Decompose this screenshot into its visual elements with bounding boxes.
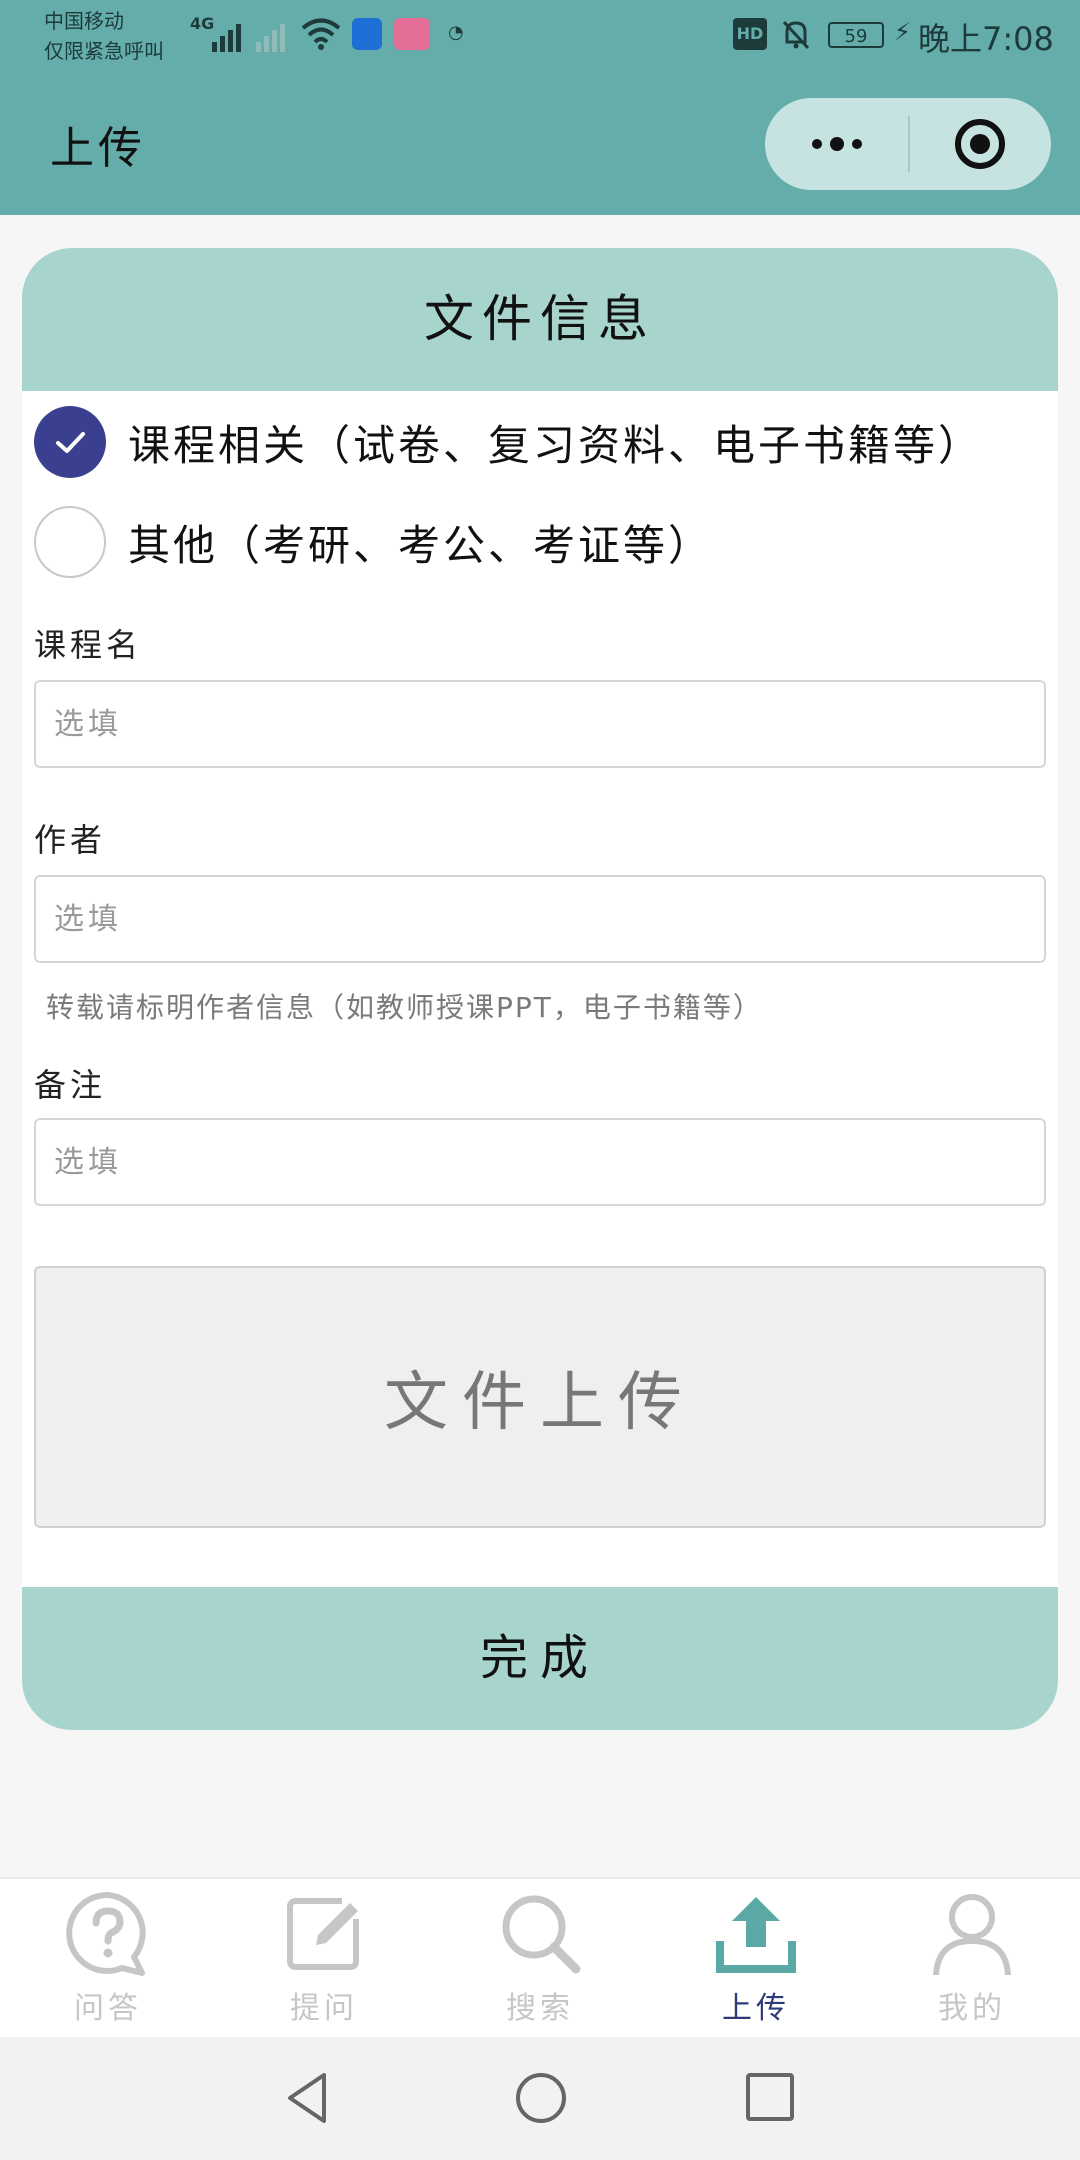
course-name-field[interactable] [34, 680, 1046, 768]
course-name-input[interactable] [36, 682, 1044, 766]
tab-label-qa: 问答 [74, 1991, 142, 2026]
file-info-card: 文件信息 课程相关（试卷、复习资料、电子书籍等） 其他（考研、考公、考证等） 课… [22, 248, 1058, 1730]
done-button[interactable]: 完成 [22, 1587, 1058, 1730]
tab-label-ask: 提问 [290, 1991, 358, 2026]
search-icon [502, 1895, 581, 1974]
bell-muted-icon [782, 20, 810, 50]
carrier-name: 中国移动 [44, 9, 124, 33]
page-title: 上传 [50, 123, 146, 174]
carrier-emergency: 仅限紧急呼叫 [44, 39, 164, 63]
note-label: 备注 [34, 1066, 107, 1104]
tab-label-search: 搜索 [506, 1991, 574, 2026]
option-label-other: 其他（考研、考公、考证等） [128, 520, 714, 570]
note-field[interactable] [34, 1118, 1046, 1206]
more-dot-icon [829, 137, 844, 151]
checkmark-icon [56, 432, 85, 453]
edit-icon [287, 1898, 359, 1970]
more-dot-icon [811, 139, 822, 149]
tab-search[interactable]: 搜索 [432, 1879, 648, 2039]
radio-checked-icon[interactable] [34, 406, 106, 478]
tab-bar: 问答 提问 搜索 上传 我的 [0, 1877, 1080, 2039]
app-notification-icon [394, 18, 430, 50]
recents-square-icon [746, 2073, 794, 2121]
question-bubble-icon [66, 1891, 146, 1976]
hd-icon: HD [733, 18, 767, 50]
status-bar: 中国移动 仅限紧急呼叫 4G ◔ HD 59 ⚡ 晚上7:08 [0, 0, 1080, 75]
author-input[interactable] [36, 877, 1044, 961]
option-other[interactable]: 其他（考研、考公、考证等） [34, 506, 713, 578]
option-course-related[interactable]: 课程相关（试卷、复习资料、电子书籍等） [34, 406, 983, 478]
nav-header: 上传 [0, 75, 1080, 215]
file-upload-label: 文件上传 [384, 1366, 696, 1440]
charging-icon: ⚡ [894, 18, 911, 46]
author-hint: 转载请标明作者信息（如教师授课PPT，电子书籍等） [46, 991, 763, 1024]
upload-icon [716, 1897, 796, 1973]
target-close-icon [954, 119, 1005, 169]
more-dot-icon [851, 139, 862, 149]
network-type: 4G [190, 14, 215, 33]
shield-app-icon [352, 18, 382, 50]
clock: 晚上7:08 [918, 20, 1054, 58]
recents-button[interactable] [744, 2071, 796, 2127]
back-triangle-icon [288, 2073, 326, 2123]
home-button[interactable] [514, 2071, 568, 2129]
author-field[interactable] [34, 875, 1046, 963]
carrier-text: 中国移动 仅限紧急呼叫 [44, 6, 164, 66]
file-upload-button[interactable]: 文件上传 [34, 1266, 1046, 1528]
signal-icon [212, 14, 241, 52]
system-nav-bar [0, 2037, 1080, 2160]
battery-icon: 59 [828, 22, 884, 48]
course-name-label: 课程名 [34, 626, 143, 664]
radio-unchecked-icon[interactable] [34, 506, 106, 578]
card-header: 文件信息 [22, 248, 1058, 391]
tab-upload[interactable]: 上传 [648, 1879, 864, 2039]
tab-qa[interactable]: 问答 [0, 1879, 216, 2039]
tab-ask[interactable]: 提问 [216, 1879, 432, 2039]
more-button[interactable] [765, 98, 908, 190]
author-label: 作者 [34, 821, 107, 859]
back-button[interactable] [284, 2071, 332, 2129]
close-miniprogram-button[interactable] [908, 98, 1051, 190]
small-app-icon: ◔ [448, 22, 464, 43]
option-label-course: 课程相关（试卷、复习资料、电子书籍等） [128, 420, 984, 470]
tab-label-mine: 我的 [938, 1991, 1006, 2026]
tab-label-upload: 上传 [722, 1991, 790, 2026]
home-circle-icon [516, 2073, 566, 2123]
miniprogram-capsule [765, 98, 1051, 190]
wifi-icon [301, 18, 341, 50]
profile-icon [933, 1894, 1011, 1976]
signal-icon-2 [256, 14, 285, 52]
tab-mine[interactable]: 我的 [864, 1879, 1080, 2039]
card-title: 文件信息 [424, 290, 656, 348]
note-input[interactable] [36, 1120, 1044, 1204]
